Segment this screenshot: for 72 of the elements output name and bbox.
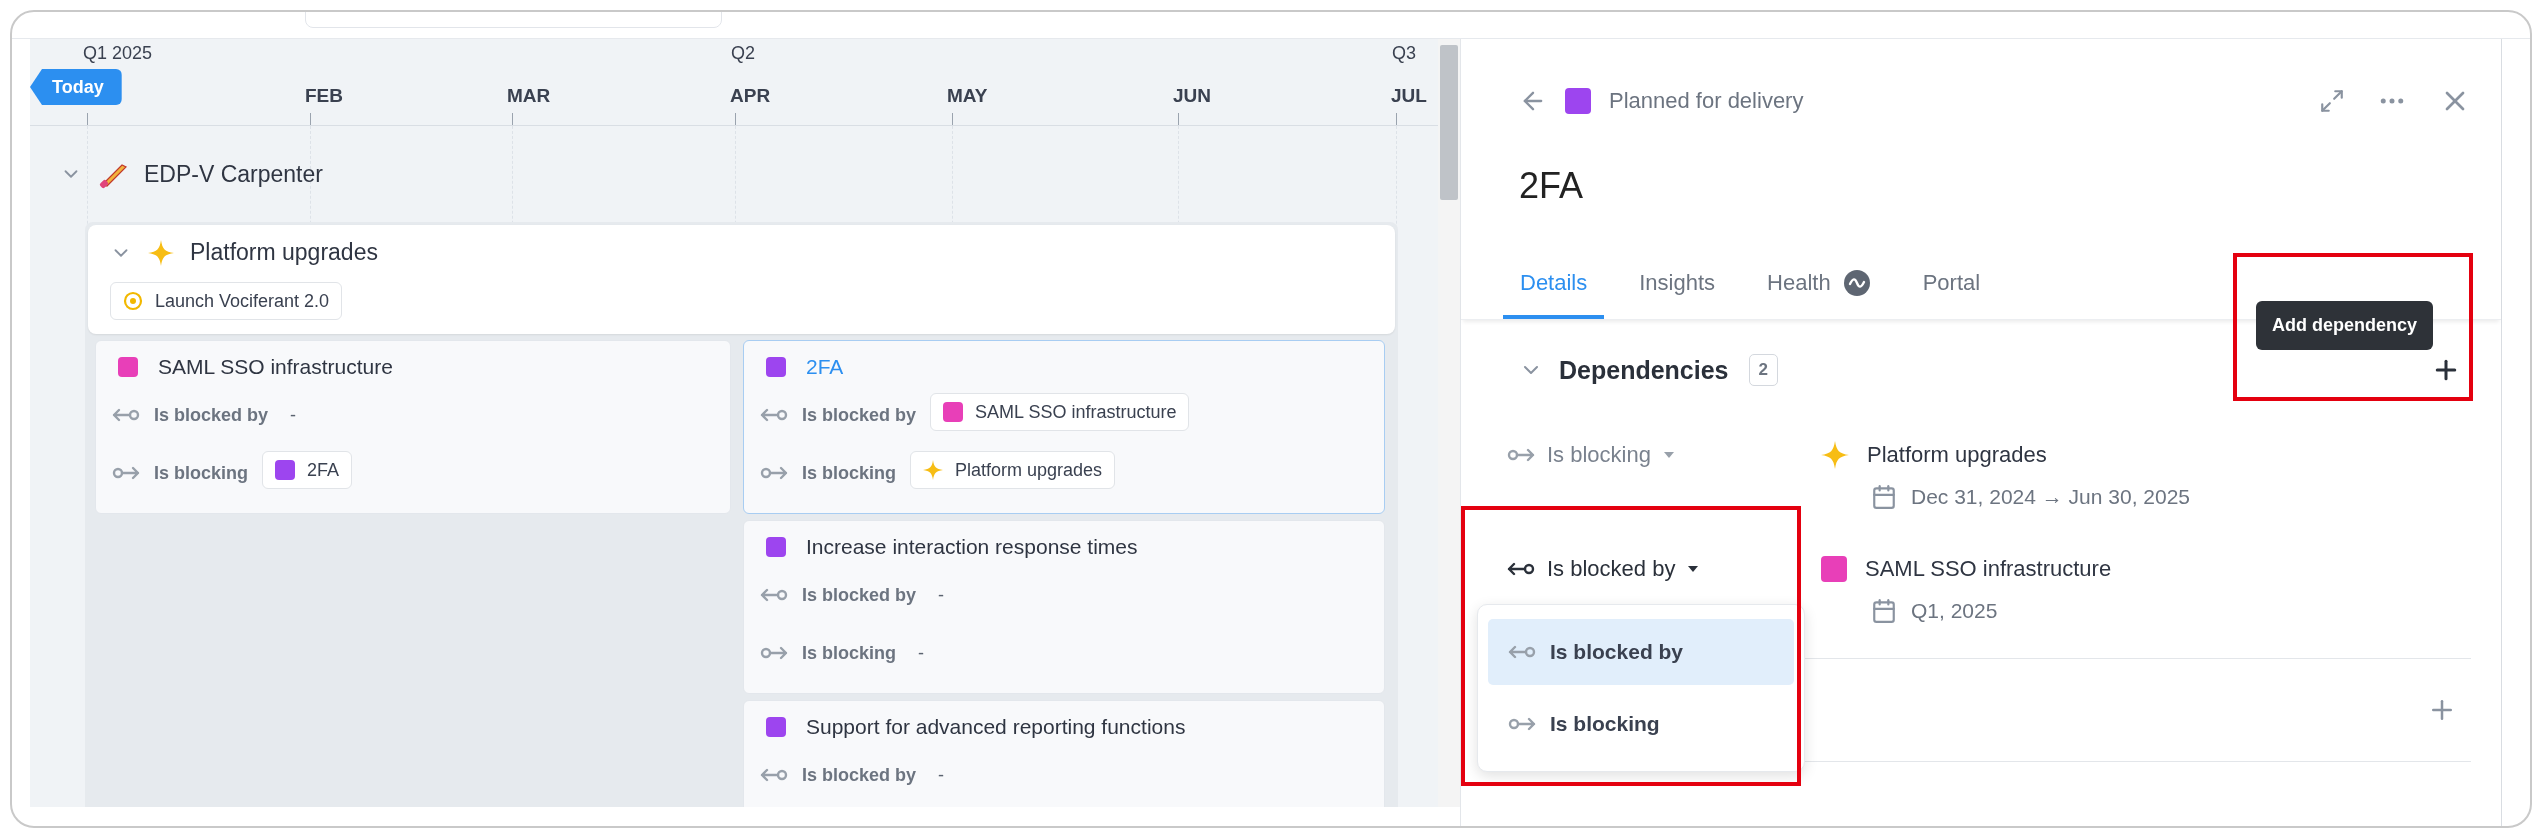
- dependency-chip[interactable]: Platform upgrades: [910, 451, 1116, 489]
- month-label: APR: [730, 85, 772, 107]
- sparkle-icon: [923, 460, 944, 480]
- relation-label: Is blocking: [802, 642, 897, 664]
- blocked-by-icon: [760, 768, 788, 782]
- tab[interactable]: Portal: [1905, 261, 1998, 319]
- scrollbar[interactable]: [1438, 39, 1460, 807]
- relation-label: Is blocking: [802, 462, 897, 484]
- status-label: Planned for delivery: [1609, 88, 1805, 114]
- milestone-icon: [123, 291, 143, 311]
- feature-title: Support for advanced reporting functions: [806, 715, 1186, 739]
- blocked-by-icon: [1507, 562, 1535, 576]
- initiative-name: Platform upgrades: [190, 239, 378, 266]
- blocked-by-icon: [760, 588, 788, 602]
- feature-card[interactable]: Support for advanced reporting functions Is blocked by -: [743, 700, 1385, 807]
- sparkle-icon: [148, 239, 174, 266]
- month-label: FEB: [305, 85, 344, 107]
- blocking-icon: [112, 466, 140, 480]
- feature-card[interactable]: 2FA Is blocked by SAML SSO infrastructure Is blocking Platform upgrades: [743, 340, 1385, 514]
- dependency-chip[interactable]: SAML SSO infrastructure: [930, 393, 1190, 431]
- relation-dropdown[interactable]: Is blocking: [1507, 438, 1675, 472]
- blocked-by-icon: [112, 408, 140, 422]
- tab[interactable]: Insights: [1622, 261, 1733, 319]
- quarter-label: Q1 2025: [83, 43, 153, 64]
- expand-icon[interactable]: [2319, 88, 2345, 114]
- relation-label: Is blocked by: [154, 404, 269, 426]
- milestone-chip[interactable]: Launch Vociferant 2.0: [110, 282, 343, 320]
- feature-card[interactable]: SAML SSO infrastructure Is blocked by - Is blocking 2FA: [95, 340, 731, 514]
- caret-icon: [1687, 565, 1700, 573]
- empty-value: -: [938, 764, 945, 786]
- month-label: JUN: [1173, 85, 1212, 107]
- relation-label: Is blocked by: [802, 404, 917, 426]
- relation-label: Is blocked by: [802, 764, 917, 786]
- quarter-label: Q2: [731, 43, 755, 64]
- relation-dropdown[interactable]: Is blocked by: [1507, 552, 1700, 586]
- menu-item[interactable]: Is blocking: [1488, 691, 1794, 757]
- dependency-name[interactable]: Platform upgrades: [1867, 442, 2047, 468]
- quarter-label: Q3: [1392, 43, 1416, 64]
- feature-title: SAML SSO infrastructure: [158, 355, 393, 379]
- empty-value: -: [290, 404, 297, 426]
- blocking-icon: [760, 646, 788, 660]
- blocking-icon: [1507, 448, 1535, 462]
- calendar-icon: [1871, 598, 1897, 624]
- empty-value: -: [938, 584, 945, 606]
- blocking-icon: [1508, 717, 1536, 731]
- sparkle-icon: [1821, 441, 1849, 469]
- item-title: 2FA: [1519, 165, 1585, 207]
- health-wave-icon: [1842, 269, 1871, 297]
- calendar-icon: [1871, 484, 1897, 510]
- dependency-name[interactable]: SAML SSO infrastructure: [1865, 556, 2112, 582]
- count-badge: 2: [1748, 354, 1778, 386]
- group-name: EDP-V Carpenter: [144, 160, 323, 188]
- blocked-by-icon: [760, 408, 788, 422]
- feature-title: 2FA: [806, 355, 844, 379]
- blocking-icon: [760, 466, 788, 480]
- feature-card[interactable]: Increase interaction response times Is blocked by - Is blocking -: [743, 520, 1385, 694]
- blocked-by-icon: [1508, 645, 1536, 659]
- date-range: Q1, 2025: [1911, 599, 1998, 623]
- month-label: MAR: [507, 85, 552, 107]
- month-label: MAY: [947, 85, 989, 107]
- dependency-chip[interactable]: 2FA: [262, 451, 353, 489]
- month-label: JUL: [1391, 85, 1428, 107]
- tab[interactable]: Health: [1750, 261, 1888, 319]
- empty-value: -: [918, 642, 925, 664]
- feature-title: Increase interaction response times: [806, 535, 1138, 559]
- section-title: Dependencies: [1559, 355, 1729, 385]
- tooltip: Add dependency: [2256, 301, 2434, 350]
- menu-item[interactable]: Is blocked by: [1488, 619, 1794, 685]
- relation-label: Is blocked by: [802, 584, 917, 606]
- caret-icon: [1662, 451, 1675, 459]
- relation-label: Is blocking: [154, 462, 249, 484]
- date-range: Dec 31, 2024 → Jun 30, 2025: [1911, 485, 2191, 509]
